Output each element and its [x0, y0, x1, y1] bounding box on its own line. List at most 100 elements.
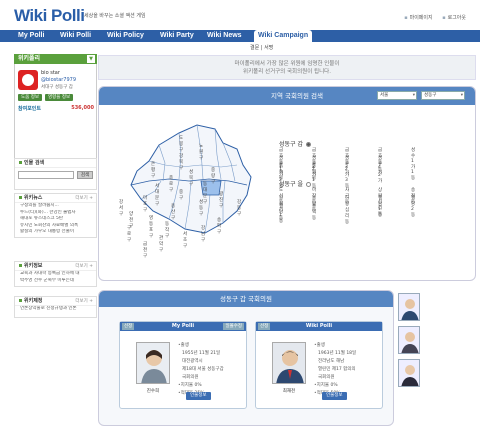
- map-label[interactable]: 강북구: [179, 153, 183, 171]
- card-header: 선정 My Polli 일몰수정: [120, 322, 246, 331]
- person-info-button[interactable]: 인물정보: [322, 392, 347, 400]
- map-label[interactable]: 동작구: [165, 221, 169, 239]
- thumbnail-photo[interactable]: [398, 359, 420, 387]
- map-label[interactable]: 광진구: [219, 191, 223, 209]
- radio-selected[interactable]: [306, 142, 311, 147]
- map-label[interactable]: 성동구: [199, 199, 203, 217]
- more-link[interactable]: 더보기 +: [75, 194, 93, 203]
- more-link[interactable]: 더보기 +: [75, 262, 93, 271]
- info-line: 출생: [314, 342, 356, 350]
- news-panel: 위키뉴스 더보기 + 구청의를 살려줍시... 누드(티)(와)... 한강인 불…: [14, 193, 97, 238]
- profile-box: bio star @biostar7979 서대구 성동구 갑 도움 정보 영향…: [14, 64, 97, 164]
- influence-info-button[interactable]: 영향을 정보: [45, 94, 74, 101]
- party-title: 위키제정 더보기 +: [15, 297, 96, 306]
- sidebar-title-text: 위키폴리: [18, 55, 41, 62]
- result-section: 성동구 갑 국회의원 선정 My Polli 일몰수정 진수희 출생 1955년…: [98, 290, 394, 426]
- tab-wiki-polli[interactable]: Wiki Polli: [56, 30, 95, 42]
- map-label[interactable]: 종로구: [169, 175, 173, 193]
- candidate-photo: [136, 342, 170, 384]
- district-select[interactable]: 성동구: [421, 91, 465, 100]
- dong-label[interactable]: 홍익동: [312, 203, 316, 221]
- map-label[interactable]: 도봉구: [179, 135, 183, 153]
- dong-label[interactable]: 하왕십리동: [345, 195, 349, 225]
- district-search-title: 지역 국회의원 검색: [271, 92, 323, 100]
- panel-title: 위키정보: [24, 263, 43, 269]
- more-link[interactable]: 더보기 +: [75, 297, 93, 306]
- map-label[interactable]: 중구: [179, 189, 183, 201]
- candidate-card: 선정 My Polli 일몰수정 진수희 출생 1955년 11월 21일 대전…: [119, 321, 247, 409]
- dong-label[interactable]: 성수1가1동: [411, 147, 415, 181]
- dong-label[interactable]: 성수2가3동: [345, 155, 349, 189]
- map-label[interactable]: 은평구: [151, 161, 155, 179]
- map-label[interactable]: 금천구: [143, 241, 147, 259]
- person-search-input[interactable]: [18, 171, 74, 179]
- card-tag-right[interactable]: 일몰수정: [223, 323, 244, 330]
- tab-wiki-campaign[interactable]: Wiki Campaign: [254, 30, 313, 42]
- top-links: 마이페이지 로그아웃: [396, 14, 466, 21]
- map-label[interactable]: 송파구: [217, 217, 221, 235]
- person-search-title: 인물 검색: [15, 159, 96, 168]
- map-label[interactable]: 중랑구: [211, 167, 215, 185]
- banner-line: 마이폴리에서 가장 많은 위원에 임명한 인물이: [234, 61, 340, 67]
- dong-label[interactable]: 성수동2가: [378, 155, 382, 184]
- thumbnail-photo[interactable]: [398, 326, 420, 354]
- info-line: 국회의원: [318, 375, 335, 380]
- district-option-eul[interactable]: 성동구 을: [279, 179, 311, 188]
- dong-label[interactable]: 행당동: [279, 203, 283, 221]
- info-line: 지지율 0%: [314, 382, 356, 390]
- tab-my-polli[interactable]: My Polli: [14, 30, 48, 42]
- policy-panel: 위키정보 더보기 + 교육과 사대학 등록금 인하에 대 박주영 선수 군복무 미…: [14, 261, 97, 287]
- map-label[interactable]: 강남구: [201, 225, 205, 243]
- district-option-gap[interactable]: 성동구 갑: [279, 139, 311, 148]
- dong-label[interactable]: 행당2동: [411, 195, 415, 218]
- info-line: 출생: [178, 342, 224, 350]
- thumbnail-photo[interactable]: [398, 293, 420, 321]
- seoul-map[interactable]: [119, 115, 269, 255]
- points-value: 536,000: [71, 105, 94, 111]
- mypage-link[interactable]: 마이페이지: [404, 15, 432, 21]
- radio-unselected[interactable]: [306, 182, 311, 187]
- list-item[interactable]: 박주영 선수 군복무 미루는데: [15, 278, 96, 285]
- person-info-button[interactable]: 인물정보: [186, 392, 211, 400]
- map-label[interactable]: 구로구: [127, 225, 131, 243]
- district-search: 지역 국회의원 검색 서울 성동구 도봉구 노원구 강북구 성북구 은평구 종로…: [98, 86, 476, 281]
- city-select[interactable]: 서울: [377, 91, 417, 100]
- info-line: 1955년 11월 21일: [182, 351, 221, 356]
- person-search-button[interactable]: 검색: [77, 171, 93, 179]
- list-item[interactable]: 활실의 가우오 대통령 선출이: [15, 229, 96, 236]
- tab-wiki-news[interactable]: Wiki News: [203, 30, 246, 42]
- logo[interactable]: Wiki Polli: [14, 6, 85, 26]
- card-tag: 선정: [122, 323, 135, 330]
- list-item[interactable]: 언론장악물로 진정규탱과 인론: [15, 306, 96, 313]
- info-banner: 마이폴리에서 가장 많은 위원에 임명한 인물이 위키폴리 선거구의 국회의원이…: [98, 55, 476, 80]
- dong-label[interactable]: 응봉동: [312, 163, 316, 181]
- map-label[interactable]: 마포구: [143, 195, 147, 213]
- candidate-photo: [272, 342, 306, 384]
- subnav-item[interactable]: 서명: [264, 45, 273, 51]
- map-label[interactable]: 서초구: [183, 231, 187, 249]
- map-label[interactable]: 강서구: [119, 199, 123, 217]
- map-label[interactable]: 동대문구: [203, 181, 207, 205]
- user-id[interactable]: @biostar7979: [41, 77, 76, 83]
- tab-wiki-policy[interactable]: Wiki Policy: [103, 30, 148, 42]
- info-line: 전라남도 해남: [318, 359, 345, 364]
- map-label[interactable]: 용산구: [171, 203, 175, 221]
- tab-wiki-party[interactable]: Wiki Party: [156, 30, 198, 42]
- map-label[interactable]: 관악구: [159, 235, 163, 253]
- map-label[interactable]: 서대문구: [155, 183, 159, 207]
- avatar: [18, 70, 38, 90]
- banner-line: 위키폴리 선거구의 국회의원이 됩니다.: [243, 69, 331, 75]
- chevron-down-icon[interactable]: ▼: [87, 55, 95, 63]
- logout-link[interactable]: 로그아웃: [442, 15, 466, 21]
- map-label[interactable]: 영등포구: [149, 215, 153, 239]
- candidate-name: 최재천: [282, 389, 296, 394]
- map-label[interactable]: 노원구: [199, 143, 203, 161]
- card-title: Wiki Polli: [305, 323, 333, 329]
- map-label[interactable]: 성북구: [189, 169, 193, 187]
- dong-label[interactable]: 행당1동: [378, 195, 382, 218]
- top-header: Wiki Polli 세상을 바꾸는 소셜 액션 게임 마이페이지 로그아웃: [0, 0, 480, 30]
- help-info-button[interactable]: 도움 정보: [18, 94, 42, 101]
- map-label[interactable]: 강동구: [237, 199, 241, 217]
- subnav-item[interactable]: 결문: [250, 45, 259, 51]
- user-area: 서대구 성동구 갑: [41, 85, 73, 90]
